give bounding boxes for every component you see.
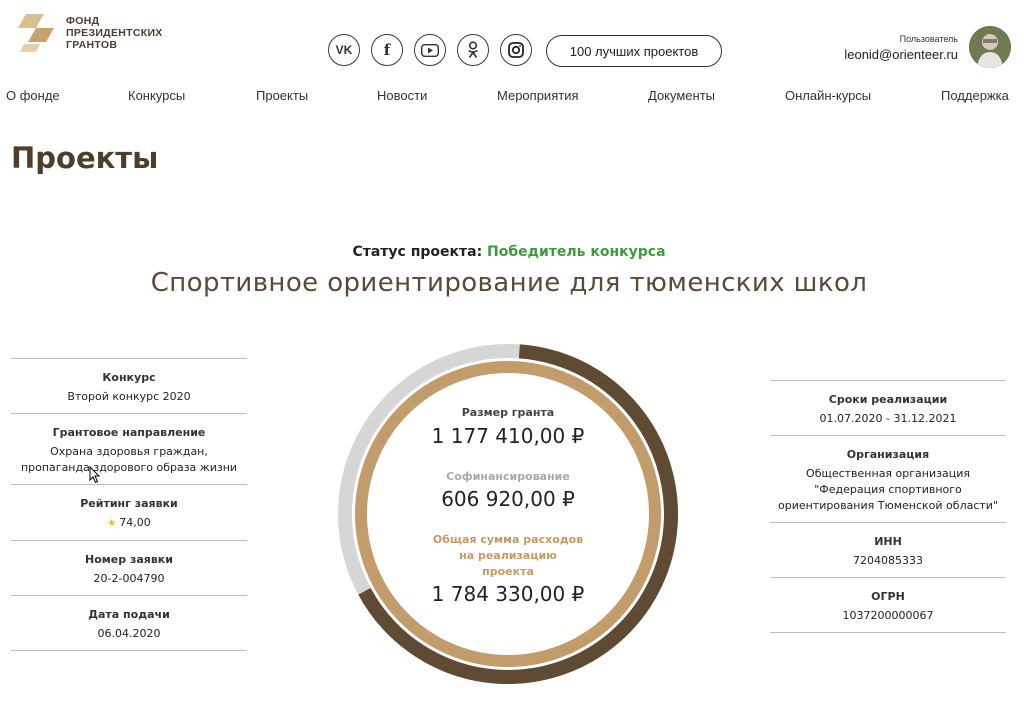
logo-line-2: ПРЕЗИДЕНТСКИХ [66, 27, 163, 39]
rating-label: Рейтинг заявки [80, 497, 178, 510]
nav-item-events[interactable]: Мероприятия [497, 88, 579, 103]
nav-item-support[interactable]: Поддержка [941, 88, 1009, 103]
nav-item-projects[interactable]: Проекты [256, 88, 308, 103]
logo[interactable]: ФОНД ПРЕЗИДЕНТСКИХ ГРАНТОВ [18, 14, 163, 52]
nav-item-about[interactable]: О фонде [6, 88, 60, 103]
inn-label: ИНН [874, 535, 902, 548]
submission-date-label: Дата подачи [88, 608, 170, 621]
contest-block: Конкурс Второй конкурс 2020 [11, 358, 247, 413]
youtube-icon[interactable] [414, 34, 446, 66]
nav-item-contests[interactable]: Конкурсы [128, 88, 185, 103]
cofinancing-value: 606 920,00 ₽ [441, 487, 575, 511]
vk-icon[interactable]: VK [328, 34, 360, 66]
direction-value: Охрана здоровья граждан, пропаганда здор… [20, 445, 238, 474]
nav-item-online-courses[interactable]: Онлайн-курсы [785, 88, 871, 103]
inn-value: 7204085333 [853, 554, 923, 567]
status-badge: Победитель конкурса [487, 244, 666, 260]
rating-row: ★ 74,00 [15, 515, 243, 532]
ogrn-value: 1037200000067 [842, 609, 934, 622]
period-value: 01.07.2020 - 31.12.2021 [819, 412, 957, 425]
application-number-label: Номер заявки [85, 553, 173, 566]
avatar[interactable] [969, 26, 1011, 68]
user-label: Пользователь [899, 34, 958, 44]
user-email[interactable]: leonid@orienteer.ru [844, 47, 958, 62]
contest-value: Второй конкурс 2020 [67, 390, 191, 403]
application-number-value: 20-2-004790 [93, 572, 165, 585]
project-details-right: Сроки реализации 01.07.2020 - 31.12.2021… [770, 380, 1006, 633]
nav-item-news[interactable]: Новости [377, 88, 427, 103]
logo-line-3: ГРАНТОВ [66, 39, 118, 51]
cofinancing-label: Софинансирование [446, 470, 570, 483]
period-block: Сроки реализации 01.07.2020 - 31.12.2021 [770, 380, 1006, 435]
organization-value[interactable]: Общественная организация "Федерация спор… [774, 466, 1002, 514]
instagram-icon[interactable] [500, 34, 532, 66]
page-title: Проекты [11, 141, 159, 175]
social-links: VK f [328, 34, 543, 66]
status-label: Статус проекта: [352, 244, 483, 260]
facebook-icon[interactable]: f [371, 34, 403, 66]
odnoklassniki-icon[interactable] [457, 34, 489, 66]
submission-date-block: Дата подачи 06.04.2020 [11, 595, 247, 651]
application-number-block: Номер заявки 20-2-004790 [11, 540, 247, 595]
total-expenses-label: Общая сумма расходов на реализацию проек… [432, 533, 584, 578]
contest-label: Конкурс [102, 371, 156, 384]
rating-block: Рейтинг заявки ★ 74,00 [11, 484, 247, 540]
ogrn-label: ОГРН [871, 590, 905, 603]
nav-item-documents[interactable]: Документы [648, 88, 715, 103]
ogrn-block: ОГРН 1037200000067 [770, 577, 1006, 633]
logo-text: ФОНД ПРЕЗИДЕНТСКИХ ГРАНТОВ [66, 15, 163, 51]
rating-value: 74,00 [119, 516, 151, 529]
ring-center: Размер гранта 1 177 410,00 ₽ Софинансиро… [336, 342, 680, 686]
user-info[interactable]: Пользователь leonid@orienteer.ru [844, 34, 958, 62]
budget-ring-chart: Размер гранта 1 177 410,00 ₽ Софинансиро… [336, 342, 680, 686]
logo-line-1: ФОНД [66, 15, 100, 27]
logo-mark-icon [18, 14, 60, 52]
grant-amount-value: 1 177 410,00 ₽ [431, 424, 585, 448]
period-label: Сроки реализации [828, 393, 948, 406]
top-100-projects-button[interactable]: 100 лучших проектов [546, 35, 722, 67]
direction-label: Грантовое направление [52, 426, 206, 439]
star-icon: ★ [107, 518, 117, 529]
project-details-left: Конкурс Второй конкурс 2020 Грантовое на… [11, 358, 247, 651]
grant-amount-label: Размер гранта [461, 406, 555, 419]
project-status: Статус проекта: Победитель конкурса [0, 244, 1018, 260]
total-expenses-value: 1 784 330,00 ₽ [431, 582, 585, 606]
main-nav: О фонде Конкурсы Проекты Новости Меропри… [0, 88, 1024, 108]
project-title: Спортивное ориентирование для тюменских … [150, 268, 868, 298]
inn-block: ИНН 7204085333 [770, 522, 1006, 577]
organization-block: Организация Общественная организация "Фе… [770, 435, 1006, 522]
submission-date-value: 06.04.2020 [97, 627, 161, 640]
organization-label: Организация [846, 448, 930, 461]
direction-block: Грантовое направление Охрана здоровья гр… [11, 413, 247, 484]
